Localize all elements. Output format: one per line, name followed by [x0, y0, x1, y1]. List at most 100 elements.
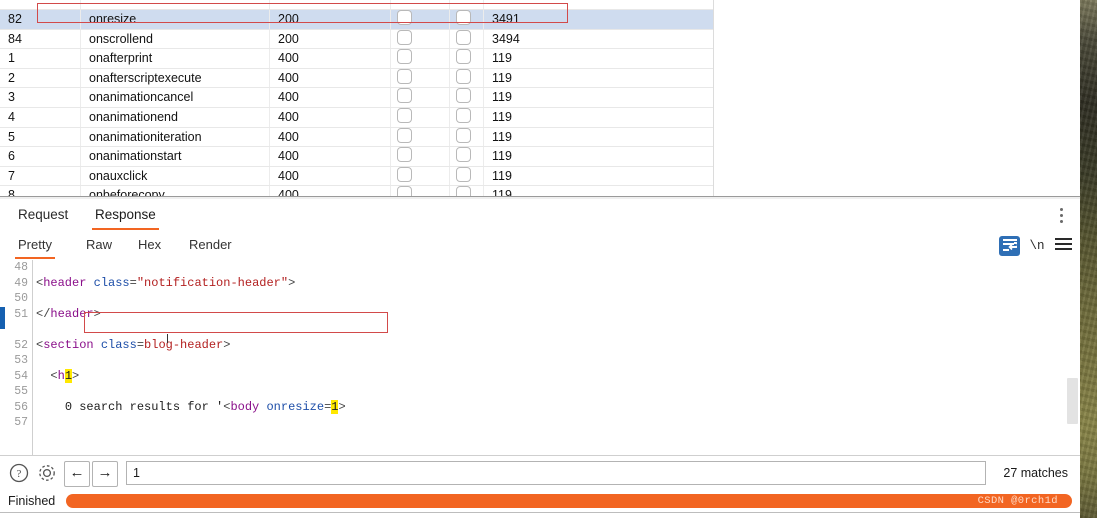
- desktop-wallpaper: [1080, 0, 1097, 518]
- table-row[interactable]: 3 onanimationcancel 400 119: [0, 87, 750, 108]
- cell-length: 119: [483, 166, 750, 187]
- timeout-checkbox[interactable]: [456, 49, 471, 65]
- find-input[interactable]: [126, 461, 986, 485]
- tab-raw[interactable]: Raw: [78, 232, 120, 260]
- svg-text:?: ?: [17, 468, 22, 480]
- cell-index: 1: [0, 48, 81, 69]
- line-number: 53: [14, 354, 28, 367]
- cell-error[interactable]: [390, 29, 450, 50]
- attack-status-bar: Finished CSDN @0rch1d: [0, 490, 1080, 512]
- message-editor-tabs: Request Response: [0, 199, 1080, 233]
- cell-timeout[interactable]: [449, 127, 484, 148]
- table-row[interactable]: 84 onscrollend 200 3494: [0, 29, 750, 50]
- cell-index: 3: [0, 87, 81, 108]
- timeout-checkbox[interactable]: [456, 68, 471, 84]
- cell-index: 4: [0, 107, 81, 128]
- timeout-checkbox[interactable]: [456, 29, 471, 45]
- cell-timeout[interactable]: [449, 107, 484, 128]
- help-icon[interactable]: ?: [8, 462, 30, 484]
- code-line: <h1>: [50, 368, 80, 383]
- find-next-button[interactable]: →: [92, 461, 118, 487]
- timeout-checkbox[interactable]: [456, 107, 471, 123]
- attack-results-table[interactable]: 82 onresize 200 3491 84 onscrollend 200 3494 1 on…: [0, 0, 1080, 199]
- timeout-checkbox[interactable]: [456, 147, 471, 163]
- tab-response[interactable]: Response: [85, 199, 166, 232]
- table-row[interactable]: 4 onanimationend 400 119: [0, 107, 750, 128]
- cell-error[interactable]: [390, 68, 450, 89]
- timeout-checkbox[interactable]: [456, 10, 471, 25]
- cell-index: 82: [0, 9, 81, 30]
- results-table-empty-area: [713, 0, 1080, 199]
- cell-timeout[interactable]: [449, 0, 484, 10]
- tab-pretty[interactable]: Pretty: [10, 232, 60, 260]
- tab-render[interactable]: Render: [181, 232, 240, 260]
- cell-length: 119: [483, 107, 750, 128]
- code-line: <section class=blog-header>: [36, 337, 231, 352]
- cell-error[interactable]: [390, 87, 450, 108]
- code-line: </header>: [36, 306, 101, 321]
- response-scrollbar-thumb[interactable]: [1067, 378, 1078, 424]
- timeout-checkbox[interactable]: [456, 88, 471, 104]
- cell-status: 200: [269, 29, 391, 50]
- cell-error[interactable]: [390, 48, 450, 69]
- cell-timeout[interactable]: [449, 48, 484, 69]
- cell-timeout[interactable]: [449, 166, 484, 187]
- table-row[interactable]: 2 onafterscriptexecute 400 119: [0, 68, 750, 89]
- timeout-checkbox[interactable]: [456, 127, 471, 143]
- cell-error[interactable]: [390, 146, 450, 167]
- cell-status: 400: [269, 166, 391, 187]
- cell-timeout[interactable]: [449, 87, 484, 108]
- line-number: 48: [14, 261, 28, 274]
- table-row[interactable]: 6 onanimationstart 400 119: [0, 146, 750, 167]
- cell-timeout[interactable]: [449, 29, 484, 50]
- cell-payload: onanimationstart: [80, 146, 270, 167]
- word-wrap-icon[interactable]: [999, 236, 1020, 256]
- cell-status: 400: [269, 127, 391, 148]
- cell-length: [483, 0, 750, 10]
- error-checkbox[interactable]: [397, 147, 412, 163]
- cell-error[interactable]: [390, 166, 450, 187]
- cell-payload: onanimationend: [80, 107, 270, 128]
- table-row[interactable]: 82 onresize 200 3491: [0, 9, 750, 30]
- response-body-viewer[interactable]: 48 49 50 51 52 53 54 55 56 57 <header class="noti…: [0, 260, 1080, 456]
- error-checkbox[interactable]: [397, 49, 412, 65]
- cell-timeout[interactable]: [449, 146, 484, 167]
- table-row[interactable]: [0, 0, 750, 10]
- kebab-menu-icon[interactable]: [1054, 208, 1068, 224]
- table-row[interactable]: 7 onauxclick 400 119: [0, 166, 750, 187]
- hamburger-menu-icon[interactable]: [1055, 238, 1072, 254]
- timeout-checkbox[interactable]: [456, 166, 471, 182]
- tab-request[interactable]: Request: [8, 199, 78, 232]
- cell-error[interactable]: [390, 127, 450, 148]
- error-checkbox[interactable]: [397, 166, 412, 182]
- error-checkbox[interactable]: [397, 88, 412, 104]
- cell-status: 400: [269, 146, 391, 167]
- error-checkbox[interactable]: [397, 29, 412, 45]
- response-search-bar: ? ← → 27 matches: [0, 456, 1080, 491]
- error-checkbox[interactable]: [397, 10, 412, 25]
- cell-error[interactable]: [390, 107, 450, 128]
- table-row[interactable]: 5 onanimationiteration 400 119: [0, 127, 750, 148]
- response-code-text[interactable]: <header class="notification-header"> </h…: [36, 260, 1080, 456]
- cell-length: 119: [483, 146, 750, 167]
- find-previous-button[interactable]: ←: [64, 461, 90, 487]
- results-table: 82 onresize 200 3491 84 onscrollend 200 3494 1 on…: [0, 0, 750, 199]
- newline-toggle-icon[interactable]: \n: [1027, 236, 1047, 256]
- cell-index: [0, 0, 81, 10]
- cell-error[interactable]: [390, 0, 450, 10]
- table-row[interactable]: 1 onafterprint 400 119: [0, 48, 750, 69]
- cell-timeout[interactable]: [449, 9, 484, 30]
- code-line: <header class="notification-header">: [36, 275, 296, 290]
- cell-status: 400: [269, 107, 391, 128]
- gear-icon[interactable]: [36, 462, 58, 484]
- tab-hex[interactable]: Hex: [130, 232, 169, 260]
- cell-error[interactable]: [390, 9, 450, 30]
- error-checkbox[interactable]: [397, 127, 412, 143]
- cell-payload: onauxclick: [80, 166, 270, 187]
- line-number: 50: [14, 292, 28, 305]
- cell-timeout[interactable]: [449, 68, 484, 89]
- error-checkbox[interactable]: [397, 68, 412, 84]
- error-checkbox[interactable]: [397, 107, 412, 123]
- cell-status: 200: [269, 9, 391, 30]
- cell-payload: onanimationcancel: [80, 87, 270, 108]
